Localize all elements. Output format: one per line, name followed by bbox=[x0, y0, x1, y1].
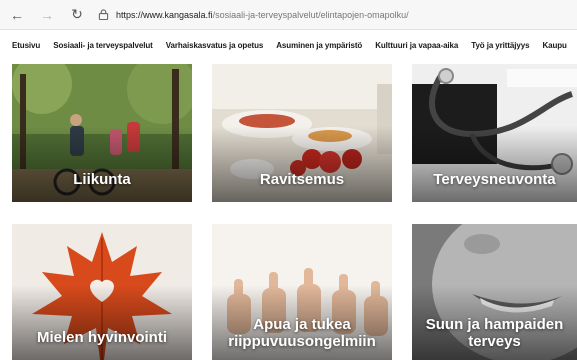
tile-label: Liikunta bbox=[73, 171, 131, 188]
tile-shade bbox=[12, 126, 192, 202]
forward-button[interactable]: → bbox=[36, 4, 58, 26]
back-arrow-icon: ← bbox=[10, 6, 24, 23]
nav-item-tyo-ja-yrittajyys[interactable]: Työ ja yrittäjyys bbox=[471, 41, 529, 50]
nav-item-etusivu[interactable]: Etusivu bbox=[12, 41, 40, 50]
back-button[interactable]: ← bbox=[6, 4, 28, 26]
tile-shade bbox=[212, 126, 392, 202]
url-path: /sosiaali-ja-terveyspalvelut/elintapojen… bbox=[212, 9, 409, 20]
tile-terveysneuvonta[interactable]: Terveysneuvonta bbox=[412, 64, 577, 202]
tile-suun-ja-hampaiden-terveys[interactable]: Suun ja hampaiden terveys bbox=[412, 224, 577, 360]
browser-toolbar: ← → ↻ https://www.kangasala.fi/sosiaali-… bbox=[0, 0, 577, 30]
tile-label-line2: riippuvuusongelmiin bbox=[228, 333, 376, 350]
tile-ravitsemus[interactable]: Ravitsemus bbox=[212, 64, 392, 202]
tile-label-line1: Apua ja tukea bbox=[253, 316, 351, 333]
site-info-icon[interactable] bbox=[96, 8, 110, 22]
reload-icon: ↻ bbox=[71, 6, 83, 22]
tile-label-line2: terveys bbox=[468, 333, 521, 350]
forward-arrow-icon: → bbox=[40, 6, 54, 23]
tile-liikunta[interactable]: Liikunta bbox=[12, 64, 192, 202]
tile-label-line1: Suun ja hampaiden bbox=[425, 316, 564, 333]
main-navigation: Etusivu Sosiaali- ja terveyspalvelut Var… bbox=[0, 30, 577, 60]
url-host: https://www.kangasala.fi bbox=[116, 9, 213, 20]
tile-label: Suun ja hampaiden terveys bbox=[412, 316, 577, 350]
nav-item-varhaiskasvatus[interactable]: Varhaiskasvatus ja opetus bbox=[166, 41, 264, 50]
tile-mielen-hyvinvointi[interactable]: Mielen hyvinvointi bbox=[12, 224, 192, 360]
tile-label: Ravitsemus bbox=[259, 171, 345, 188]
nav-item-sosiaali-ja-terveyspalvelut[interactable]: Sosiaali- ja terveyspalvelut bbox=[53, 41, 153, 50]
tile-shade bbox=[12, 285, 192, 360]
nav-item-kulttuuri[interactable]: Kulttuuri ja vapaa-aika bbox=[375, 41, 458, 50]
tile-apua-ja-tukea[interactable]: Apua ja tukea riippuvuusongelmiin bbox=[212, 224, 392, 360]
address-bar[interactable]: https://www.kangasala.fi/sosiaali-ja-ter… bbox=[96, 5, 556, 25]
nav-item-kaupunki[interactable]: Kaupu bbox=[542, 41, 566, 50]
tile-shade bbox=[412, 126, 577, 202]
tile-label: Terveysneuvonta bbox=[433, 171, 556, 188]
tile-label: Apua ja tukea riippuvuusongelmiin bbox=[212, 316, 392, 350]
tile-label: Mielen hyvinvointi bbox=[36, 329, 168, 346]
nav-item-asuminen[interactable]: Asuminen ja ympäristö bbox=[276, 41, 362, 50]
reload-button[interactable]: ↻ bbox=[66, 4, 88, 26]
